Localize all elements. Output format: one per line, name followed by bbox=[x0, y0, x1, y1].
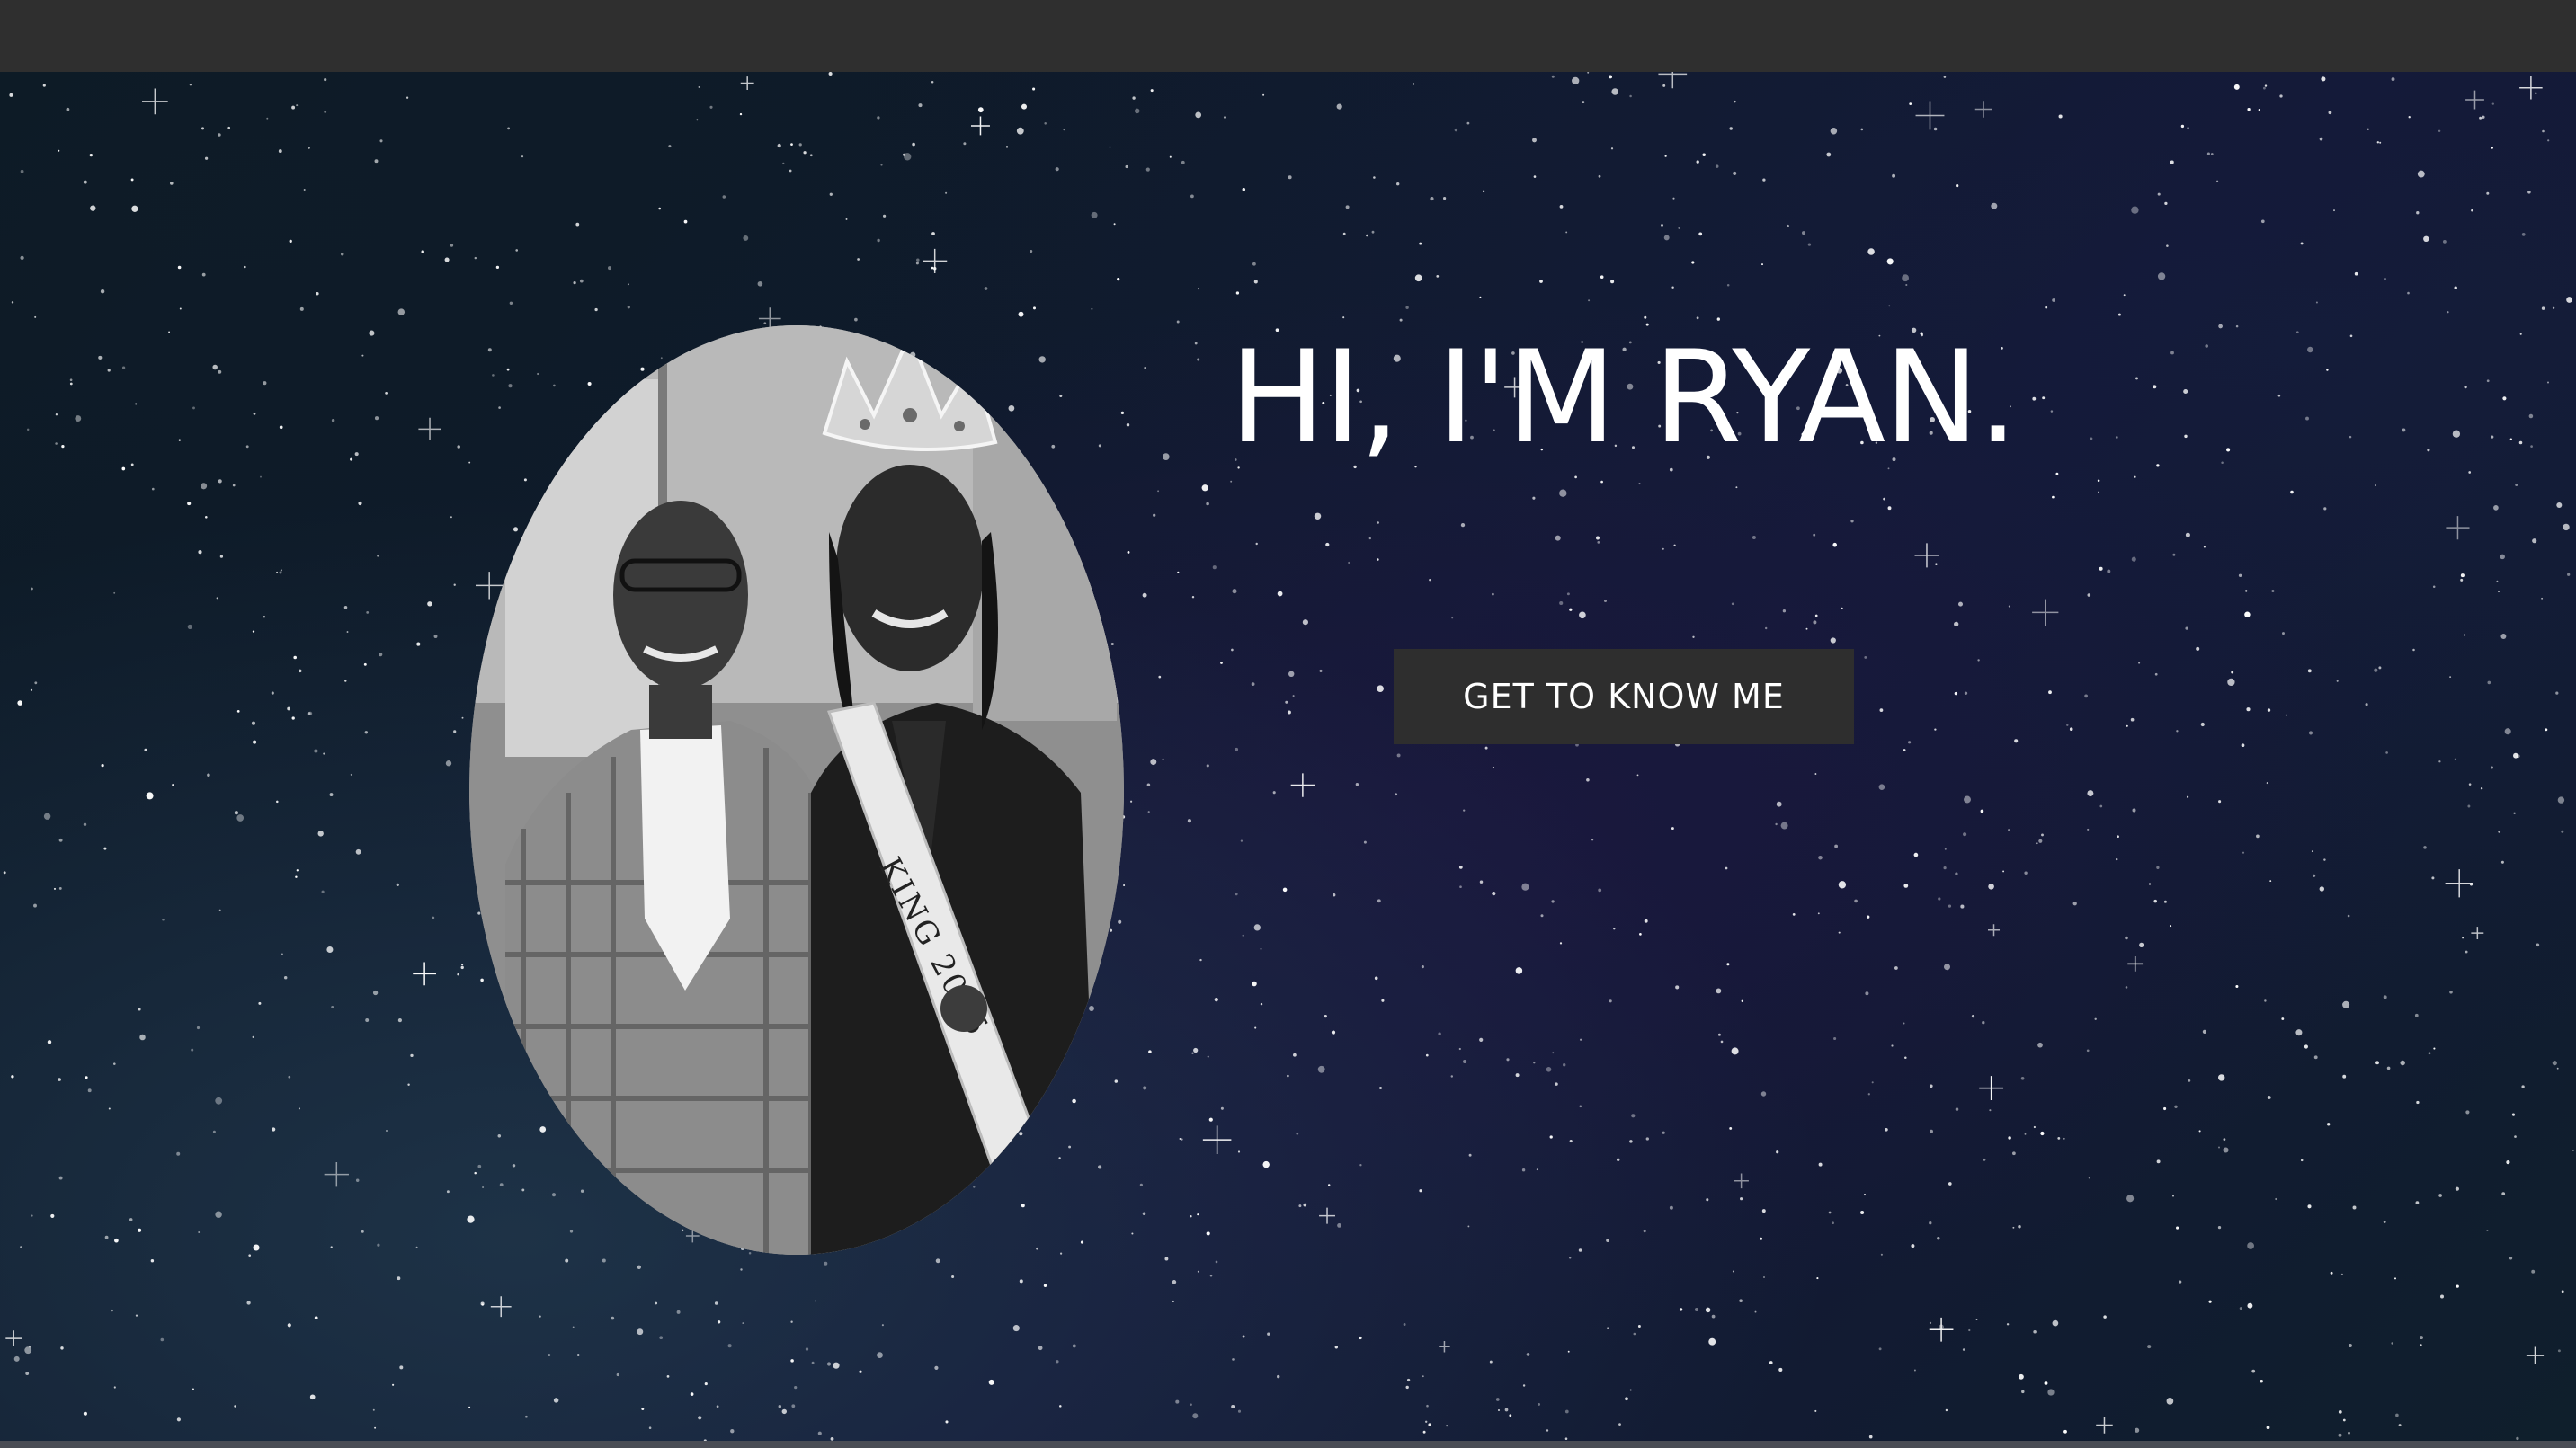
top-navigation-bar bbox=[0, 0, 2576, 74]
hero-headline: HI, I'M RYAN. bbox=[1229, 324, 2018, 472]
page-bottom-edge bbox=[0, 1441, 2576, 1448]
get-to-know-me-button[interactable]: GET TO KNOW ME bbox=[1394, 649, 1854, 744]
profile-photo: KING 2015 bbox=[469, 325, 1124, 1255]
starfield-background bbox=[3, 72, 2574, 1441]
hero-section bbox=[0, 72, 2576, 1441]
